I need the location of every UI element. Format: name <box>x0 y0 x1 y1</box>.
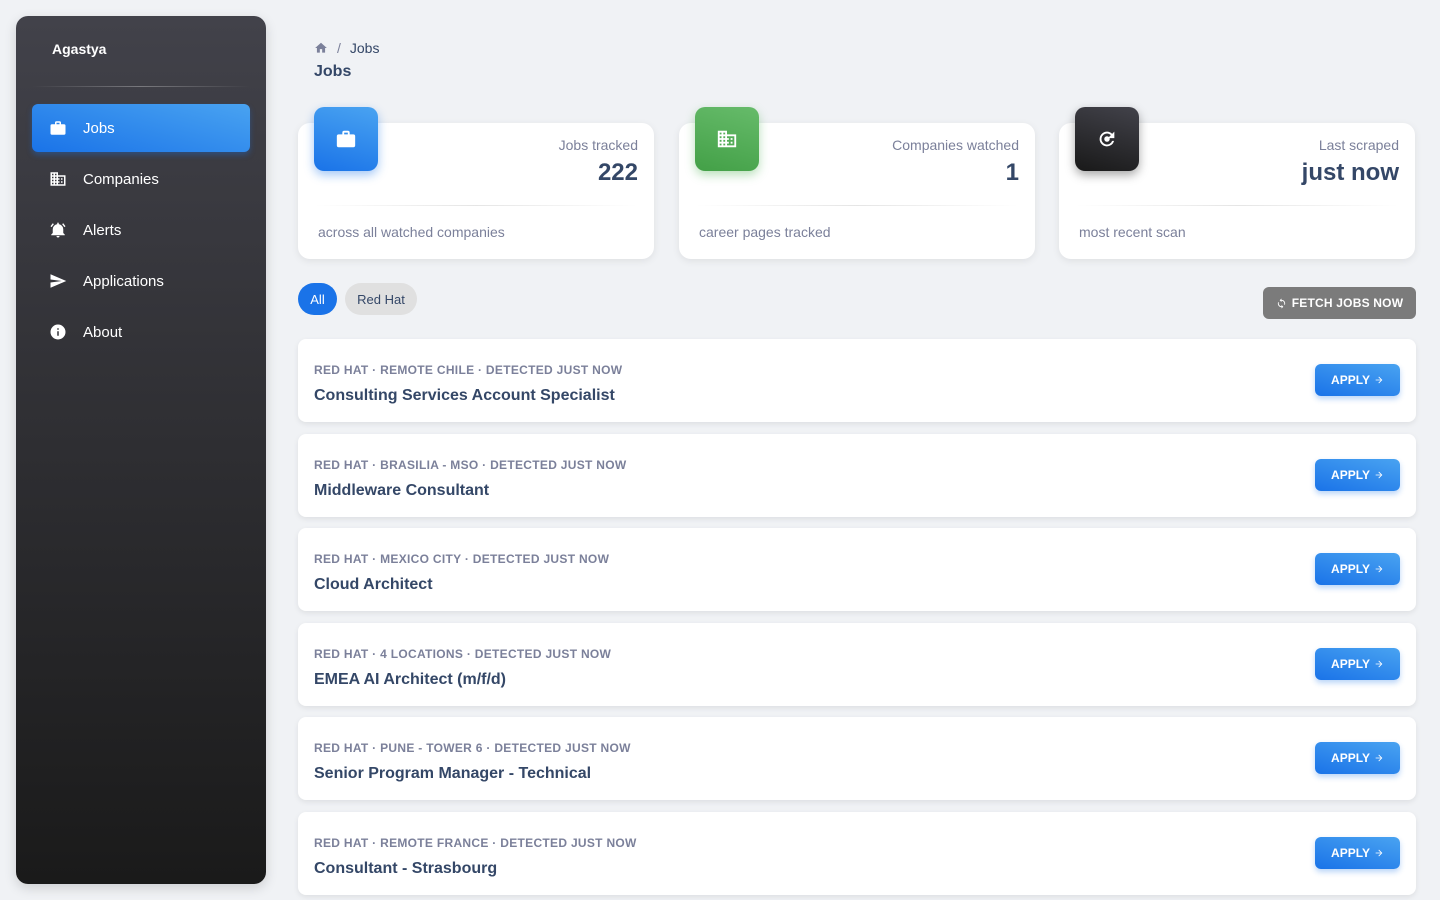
alarm-icon <box>48 220 68 240</box>
job-card: RED HAT · PUNE - TOWER 6 · DETECTED JUST… <box>298 717 1416 801</box>
arrow-right-icon <box>1375 660 1383 668</box>
apply-button[interactable]: APPLY <box>1315 742 1400 775</box>
sidebar-item-label: Companies <box>83 170 159 188</box>
building-icon <box>695 107 759 171</box>
apply-button[interactable]: APPLY <box>1315 836 1400 869</box>
filter-chip-all[interactable]: All <box>298 283 337 315</box>
job-title[interactable]: EMEA AI Architect (m/f/d) <box>314 671 506 689</box>
apply-button[interactable]: APPLY <box>1315 553 1400 586</box>
stat-value: just now <box>1301 159 1399 186</box>
fetch-jobs-button[interactable]: FETCH JOBS NOW <box>1263 287 1416 319</box>
stat-value: 222 <box>597 159 638 186</box>
breadcrumb-separator: / <box>337 40 341 56</box>
filter-chip-red-hat[interactable]: Red Hat <box>345 283 417 315</box>
job-title[interactable]: Cloud Architect <box>314 576 433 594</box>
home-icon[interactable] <box>314 41 328 55</box>
stat-card-companies-watched: Companies watched 1 career pages tracked <box>679 107 1035 259</box>
sidebar-item-jobs[interactable]: Jobs <box>32 104 250 152</box>
stat-footer: career pages tracked <box>699 224 831 240</box>
stat-divider <box>314 205 638 206</box>
sidebar: Agastya Jobs Companies Alerts Applicatio… <box>16 16 266 884</box>
send-icon <box>48 271 68 291</box>
building-icon <box>48 169 68 189</box>
job-card: RED HAT · REMOTE CHILE · DETECTED JUST N… <box>298 339 1416 422</box>
job-meta: RED HAT · PUNE - TOWER 6 · DETECTED JUST… <box>314 741 631 756</box>
stat-divider <box>1075 205 1399 206</box>
arrow-right-icon <box>1375 849 1383 857</box>
arrow-right-icon <box>1375 565 1383 573</box>
sidebar-item-applications[interactable]: Applications <box>32 257 250 305</box>
job-card: RED HAT · 4 LOCATIONS · DETECTED JUST NO… <box>298 622 1416 706</box>
apply-label: APPLY <box>1331 845 1370 860</box>
apply-button[interactable]: APPLY <box>1315 647 1400 680</box>
stat-label: Jobs tracked <box>558 137 638 153</box>
sidebar-item-alerts[interactable]: Alerts <box>32 206 250 254</box>
info-icon <box>48 322 68 342</box>
sidebar-item-about[interactable]: About <box>32 308 250 356</box>
breadcrumb: / Jobs <box>314 40 379 56</box>
sidebar-item-label: Applications <box>83 272 164 290</box>
stat-value: 1 <box>1005 159 1019 186</box>
apply-label: APPLY <box>1331 751 1370 766</box>
sync-icon <box>1277 297 1285 309</box>
refresh-icon <box>1075 107 1139 171</box>
stat-card-last-scraped: Last scraped just now most recent scan <box>1059 107 1415 259</box>
fetch-jobs-label: FETCH JOBS NOW <box>1291 296 1404 310</box>
arrow-right-icon <box>1375 376 1383 384</box>
sidebar-item-label: Jobs <box>83 119 115 137</box>
job-title[interactable]: Senior Program Manager - Technical <box>314 765 591 783</box>
job-meta: RED HAT · BRASILIA - MSO · DETECTED JUST… <box>314 457 627 472</box>
job-list: RED HAT · REMOTE CHILE · DETECTED JUST N… <box>298 339 1416 900</box>
arrow-right-icon <box>1375 471 1383 478</box>
job-card: RED HAT · MEXICO CITY · DETECTED JUST NO… <box>298 528 1416 612</box>
job-meta: RED HAT · MEXICO CITY · DETECTED JUST NO… <box>314 552 610 567</box>
sidebar-nav: Jobs Companies Alerts Applications About <box>16 87 266 356</box>
stat-label: Last scraped <box>1318 137 1399 153</box>
apply-button[interactable]: APPLY <box>1315 458 1400 491</box>
stat-divider <box>695 205 1019 206</box>
stat-footer: across all watched companies <box>318 224 505 240</box>
apply-label: APPLY <box>1331 373 1370 387</box>
stat-footer: most recent scan <box>1079 224 1186 240</box>
job-title[interactable]: Consulting Services Account Specialist <box>314 387 615 405</box>
job-title[interactable]: Middleware Consultant <box>314 482 489 500</box>
stat-card-jobs-tracked: Jobs tracked 222 across all watched comp… <box>298 107 654 259</box>
apply-label: APPLY <box>1331 562 1370 577</box>
briefcase-icon <box>48 118 68 138</box>
sidebar-item-label: Alerts <box>83 221 122 239</box>
arrow-right-icon <box>1375 755 1383 762</box>
job-meta: RED HAT · 4 LOCATIONS · DETECTED JUST NO… <box>314 646 612 661</box>
job-card: RED HAT · REMOTE FRANCE · DETECTED JUST … <box>298 811 1416 895</box>
job-card: RED HAT · BRASILIA - MSO · DETECTED JUST… <box>298 433 1416 517</box>
job-title[interactable]: Consultant - Strasbourg <box>314 860 497 878</box>
brand-name[interactable]: Agastya <box>16 16 266 86</box>
sidebar-item-companies[interactable]: Companies <box>32 155 250 203</box>
page-title: Jobs <box>314 63 352 80</box>
apply-label: APPLY <box>1331 656 1370 671</box>
job-meta: RED HAT · REMOTE CHILE · DETECTED JUST N… <box>314 363 623 377</box>
apply-button[interactable]: APPLY <box>1315 364 1400 396</box>
briefcase-icon <box>314 107 378 171</box>
breadcrumb-current: Jobs <box>349 40 380 56</box>
apply-label: APPLY <box>1331 467 1370 482</box>
job-meta: RED HAT · REMOTE FRANCE · DETECTED JUST … <box>314 835 637 850</box>
sidebar-item-label: About <box>83 323 123 341</box>
stat-label: Companies watched <box>892 137 1019 153</box>
